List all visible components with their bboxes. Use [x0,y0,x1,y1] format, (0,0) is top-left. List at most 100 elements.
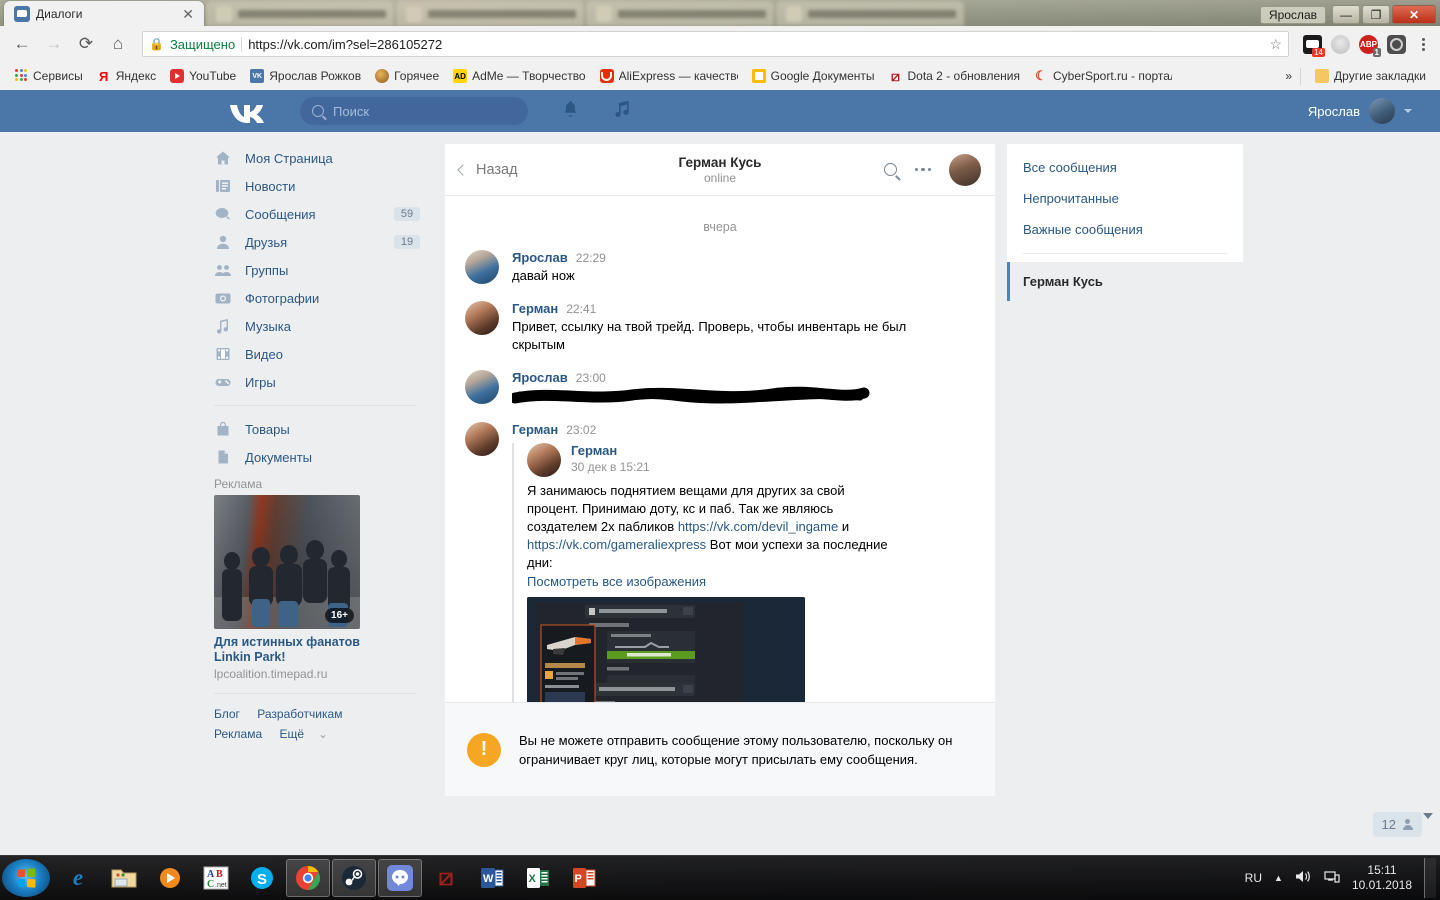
taskbar-excel[interactable]: X [516,859,560,897]
sidebar-item-messages[interactable]: Сообщения 59 [200,200,428,228]
adblock-plus-extension-icon[interactable]: ABP 1 [1359,34,1381,57]
sidebar-item-music[interactable]: Музыка [200,312,428,340]
sidebar-item-games[interactable]: Игры [200,368,428,396]
network-icon[interactable] [1324,869,1340,887]
message-author[interactable]: Герман [512,301,558,316]
bookmarks-bar[interactable]: Сервисы Я Яндекс YouTube VK Ярослав Рожк… [0,62,1440,90]
taskbar-discord[interactable] [378,859,422,897]
window-controls[interactable]: Ярослав — ❐ ✕ [1259,5,1440,26]
sidebar-item-my-page[interactable]: Моя Страница [200,144,428,172]
show-hidden-icons-icon[interactable]: ▲ [1274,873,1283,883]
bookmark-star-icon[interactable]: ☆ [1269,36,1282,53]
taskbar-steam[interactable] [332,859,376,897]
footer-link-more[interactable]: Ещё [279,727,304,741]
music-note-icon[interactable] [613,100,630,123]
sidebar-item-video[interactable]: Видео [200,340,428,368]
sidebar-item-photos[interactable]: Фотографии [200,284,428,312]
filter-important[interactable]: Важные сообщения [1007,214,1243,245]
chevron-down-icon[interactable]: ⌄ [318,727,328,741]
extension-icons[interactable]: 14 ABP 1 [1299,34,1432,57]
more-options-icon[interactable] [914,167,931,172]
bookmark-pikabu[interactable]: Горячее [369,66,445,86]
browser-tab-5[interactable] [776,1,964,26]
footer-links[interactable]: Блог Разработчикам Реклама Ещё ⌄ [200,704,428,744]
filter-all-messages[interactable]: Все сообщения [1007,152,1243,183]
taskbar-items[interactable]: e A B C .net S ⧄ W X P [56,859,606,897]
bookmark-cybersport[interactable]: ☾ CyberSport.ru - портал [1028,66,1178,86]
footer-link-developers[interactable]: Разработчикам [257,707,342,721]
volume-icon[interactable] [1295,869,1312,887]
avatar[interactable] [949,153,981,186]
steam-trade-screenshot[interactable] [527,597,805,702]
close-tab-icon[interactable]: ✕ [180,7,196,21]
taskbar-dota2[interactable]: ⧄ [424,859,468,897]
clock[interactable]: 15:11 10.01.2018 [1352,863,1412,893]
chrome-menu-icon[interactable] [1415,37,1432,51]
taskbar-file-explorer[interactable] [102,859,146,897]
footer-link-ads[interactable]: Реклама [214,727,262,741]
sidebar-item-news[interactable]: Новости [200,172,428,200]
bookmark-services[interactable]: Сервисы [8,66,89,86]
minimize-button[interactable]: — [1332,5,1360,24]
home-icon[interactable]: ⌂ [104,30,132,58]
overflow-chevron-icon[interactable]: » [1285,69,1292,83]
sidebar-item-friends[interactable]: Друзья 19 [200,228,428,256]
vk-helper-extension-icon[interactable]: 14 [1303,34,1325,57]
other-bookmarks-button[interactable]: Другие закладки [1309,66,1432,86]
forwarded-link-2[interactable]: https://vk.com/gameraliexpress [527,537,706,552]
footer-link-blog[interactable]: Блог [214,707,240,721]
taskbar-word[interactable]: W [470,859,514,897]
show-all-images-link[interactable]: Посмотреть все изображения [527,574,981,589]
taskbar-google-chrome[interactable] [286,859,330,897]
sidebar-item-groups[interactable]: Группы [200,256,428,284]
browser-tab-3[interactable] [396,1,584,26]
vk-logo-icon[interactable] [228,101,270,123]
sidebar-item-market[interactable]: Товары [200,415,428,443]
message-list[interactable]: вчера Ярослав 22:29 давай нож Герман 22:… [445,196,995,702]
windows-start-icon[interactable] [2,859,50,897]
message-author[interactable]: Герман [512,422,558,437]
scroll-down-caret-icon[interactable] [1423,813,1433,819]
taskbar-media-player[interactable] [148,859,192,897]
avatar[interactable] [465,370,499,404]
ad-image[interactable]: 16+ [214,495,360,629]
show-desktop-button[interactable] [1424,858,1436,898]
vk-search-box[interactable] [300,97,528,125]
ad-title[interactable]: Для истинных фанатов Linkin Park! [214,635,360,665]
message-item[interactable]: Ярослав 22:29 давай нож [445,250,995,301]
avatar[interactable] [465,301,499,335]
browser-tab-dialogs[interactable]: Диалоги ✕ [4,1,204,26]
message-author[interactable]: Ярослав [512,250,568,265]
system-tray[interactable]: RU ▲ 15:11 10.01.2018 [1245,858,1440,898]
chrome-profile-chip[interactable]: Ярослав [1259,5,1326,24]
ad-card[interactable]: 16+ Для истинных фанатов Linkin Park! lp… [214,495,360,681]
chevron-down-icon[interactable] [1404,109,1412,113]
search-input[interactable] [333,103,516,119]
bookmark-yandex[interactable]: Я Яндекс [91,66,162,86]
avatar[interactable] [465,250,499,284]
bookmarks-overflow[interactable]: » Другие закладки [1285,66,1432,86]
bookmark-youtube[interactable]: YouTube [164,66,242,86]
search-icon[interactable] [883,163,897,176]
forwarded-author[interactable]: Герман [571,443,650,458]
globe-extension-icon[interactable] [1331,34,1350,54]
message-item[interactable]: Герман 22:41 Привет, ссылку на твой трей… [445,301,995,370]
bookmark-google-docs[interactable]: Google Документы [746,66,881,86]
lastpass-extension-icon[interactable] [1387,34,1406,54]
close-window-button[interactable]: ✕ [1392,5,1436,24]
bookmark-adme[interactable]: AD AdMe — Творчество [447,66,591,86]
vk-account-menu[interactable]: Ярослав [1308,98,1412,124]
bookmark-dota2[interactable]: ⧄ Dota 2 - обновления [883,66,1026,86]
notifications-bell-icon[interactable] [562,100,579,123]
taskbar-internet-explorer[interactable]: e [56,859,100,897]
forwarded-link-1[interactable]: https://vk.com/devil_ingame [678,519,838,534]
taskbar-paint-net[interactable]: A B C .net [194,859,238,897]
tab-strip[interactable]: Диалоги ✕ [0,0,1260,26]
taskbar-powerpoint[interactable]: P [562,859,606,897]
sidebar-item-documents[interactable]: Документы [200,443,428,471]
reload-icon[interactable]: ⟳ [72,30,100,58]
language-indicator[interactable]: RU [1245,871,1262,885]
message-item[interactable]: Ярослав 23:00 [445,370,995,422]
message-item[interactable]: Герман 23:02 Герман 30 дек в 15:21 Я зан… [445,422,995,702]
maximize-button[interactable]: ❐ [1362,5,1390,24]
